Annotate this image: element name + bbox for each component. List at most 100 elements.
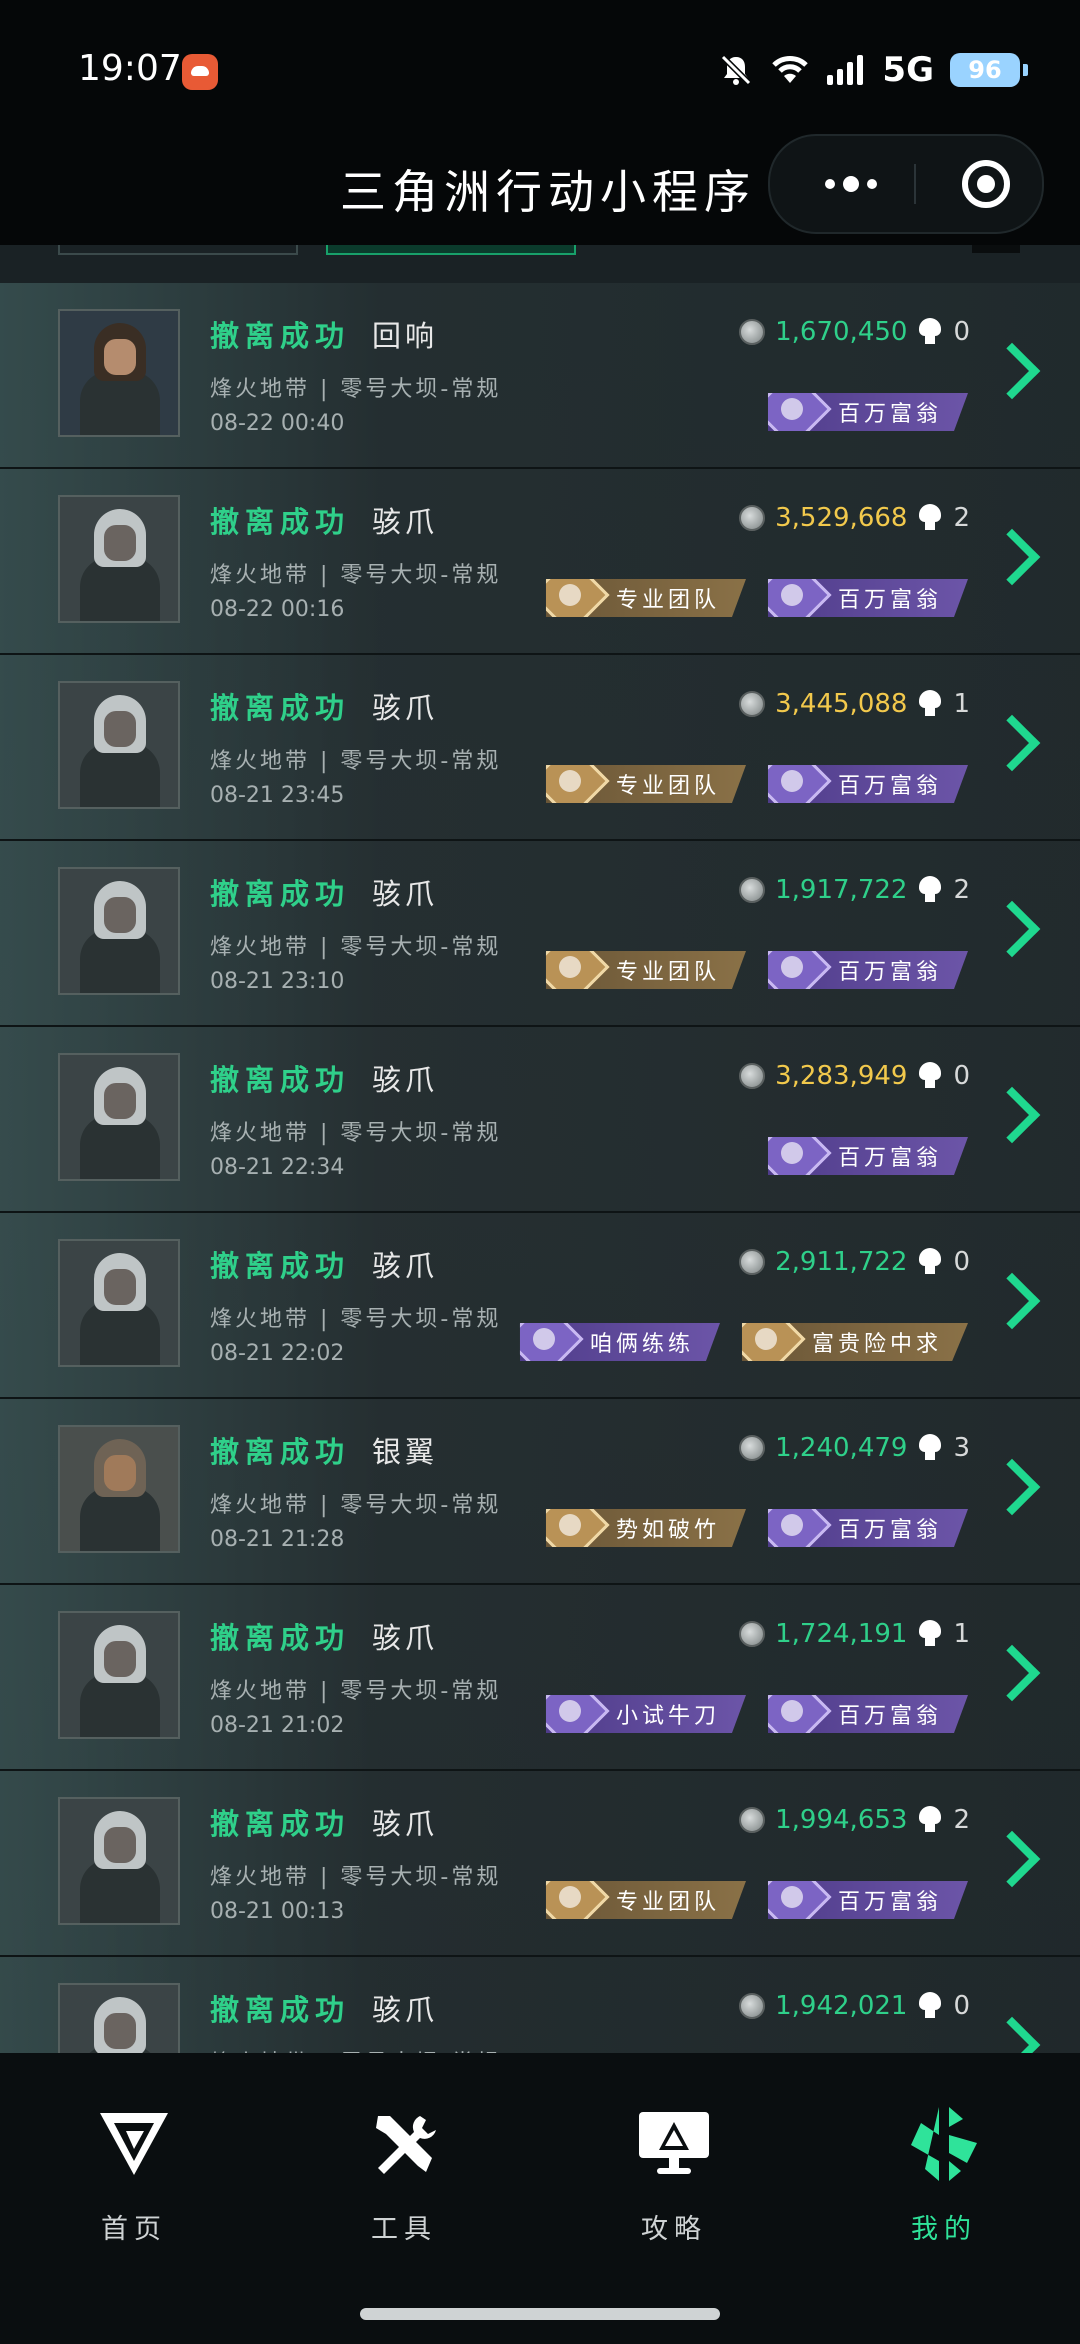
badge-label: 百万富翁 bbox=[837, 774, 942, 799]
achievement-badge: 专业团队 bbox=[545, 951, 746, 989]
achievement-badge: 百万富翁 bbox=[767, 1881, 968, 1919]
loot-value: 1,240,479 bbox=[775, 1433, 908, 1463]
match-datetime: 08-21 00:13 bbox=[210, 1899, 345, 1924]
match-record-row[interactable]: 撤离成功 骇爪 烽火地带 | 零号大坝-常规 08-21 23:10 1,917,722… bbox=[0, 841, 1080, 1027]
match-datetime: 08-21 23:10 bbox=[210, 969, 345, 994]
chevron-right-icon[interactable] bbox=[983, 900, 1041, 958]
filter-tabs-peek bbox=[0, 245, 1080, 283]
wifi-icon bbox=[772, 56, 809, 83]
chevron-right-icon[interactable] bbox=[983, 1644, 1041, 1702]
badge-label: 小试牛刀 bbox=[615, 1704, 720, 1729]
loot-value-group: 1,994,653 2 bbox=[739, 1805, 970, 1835]
nav-profile-label: 我的 bbox=[911, 2214, 977, 2245]
skull-icon bbox=[917, 1806, 943, 1834]
skull-icon bbox=[917, 1992, 943, 2020]
close-miniprogram-icon[interactable] bbox=[962, 160, 1010, 208]
nav-home[interactable]: 首页 bbox=[64, 2099, 204, 2246]
kill-count: 0 bbox=[953, 317, 970, 347]
match-record-row[interactable]: 撤离成功 回响 烽火地带 | 零号大坝-常规 08-22 00:40 1,670,450… bbox=[0, 283, 1080, 469]
match-record-row[interactable]: 撤离成功 骇爪 烽火地带 | 零号大坝-常规 08-22 00:16 3,529,668… bbox=[0, 469, 1080, 655]
match-record-row[interactable]: 撤离成功骇爪烽火地带 | 零号大坝-常规 1,942,021 0 bbox=[0, 1957, 1080, 2053]
skull-icon bbox=[917, 1620, 943, 1648]
match-record-row[interactable]: 撤离成功 骇爪 烽火地带 | 零号大坝-常规 08-21 23:45 3,445,088… bbox=[0, 655, 1080, 841]
match-record-row[interactable]: 撤离成功 骇爪 烽火地带 | 零号大坝-常规 08-21 22:02 2,911,722… bbox=[0, 1213, 1080, 1399]
coin-icon bbox=[739, 1993, 766, 2019]
more-options-icon[interactable] bbox=[812, 166, 890, 202]
loot-value-group: 3,283,949 0 bbox=[739, 1061, 970, 1091]
chevron-right-icon[interactable] bbox=[983, 342, 1041, 400]
map-mode: 烽火地带 | 零号大坝-常规 bbox=[210, 935, 502, 960]
badge-gem-icon bbox=[741, 1323, 806, 1361]
coin-icon bbox=[739, 1249, 766, 1275]
chevron-right-icon[interactable] bbox=[983, 528, 1041, 586]
tab-peek[interactable] bbox=[58, 245, 298, 255]
operator-avatar bbox=[58, 1239, 180, 1367]
nav-home-label: 首页 bbox=[101, 2214, 167, 2245]
match-record-row[interactable]: 撤离成功 骇爪 烽火地带 | 零号大坝-常规 08-21 21:02 1,724,191… bbox=[0, 1585, 1080, 1771]
loot-value: 1,724,191 bbox=[775, 1619, 908, 1649]
kill-count: 1 bbox=[953, 1619, 970, 1649]
match-record-row[interactable]: 撤离成功 骇爪 烽火地带 | 零号大坝-常规 08-21 00:13 1,994,653… bbox=[0, 1771, 1080, 1957]
tab-peek-active[interactable] bbox=[326, 245, 576, 255]
match-record-list[interactable]: 撤离成功 回响 烽火地带 | 零号大坝-常规 08-22 00:40 1,670,450… bbox=[0, 283, 1080, 2053]
guide-monitor-icon bbox=[639, 2112, 709, 2174]
badge-gem-icon bbox=[545, 1881, 610, 1919]
badge-label: 百万富翁 bbox=[837, 588, 942, 613]
achievement-badges: 专业团队 百万富翁 bbox=[545, 1881, 968, 1919]
loot-value-group: 1,724,191 1 bbox=[739, 1619, 970, 1649]
match-record-row[interactable]: 撤离成功 银翼 烽火地带 | 零号大坝-常规 08-21 21:28 1,240,479… bbox=[0, 1399, 1080, 1585]
badge-label: 富贵险中求 bbox=[811, 1332, 942, 1357]
chevron-right-icon[interactable] bbox=[983, 1086, 1041, 1144]
match-datetime: 08-22 00:16 bbox=[210, 597, 345, 622]
chevron-right-icon[interactable] bbox=[983, 714, 1041, 772]
chevron-right-icon[interactable] bbox=[983, 1830, 1041, 1888]
achievement-badges: 专业团队 百万富翁 bbox=[545, 579, 968, 617]
kill-count: 2 bbox=[953, 503, 970, 533]
chevron-right-icon[interactable] bbox=[983, 1272, 1041, 1330]
loot-value-group: 1,670,450 0 bbox=[739, 317, 970, 347]
app-notification-icon bbox=[182, 54, 218, 90]
achievement-badge: 百万富翁 bbox=[767, 393, 968, 431]
achievement-badge: 百万富翁 bbox=[767, 1137, 968, 1175]
loot-value-group: 1,240,479 3 bbox=[739, 1433, 970, 1463]
operator-name: 骇爪 bbox=[372, 1993, 439, 2027]
map-mode: 烽火地带 | 零号大坝-常规 bbox=[210, 1493, 502, 1518]
signal-icon bbox=[827, 55, 864, 85]
badge-gem-icon bbox=[767, 393, 832, 431]
chevron-right-icon[interactable] bbox=[983, 1458, 1041, 1516]
badge-label: 专业团队 bbox=[615, 774, 720, 799]
nav-tools[interactable]: 工具 bbox=[334, 2099, 474, 2246]
home-indicator[interactable] bbox=[360, 2308, 720, 2320]
achievement-badges: 专业团队 百万富翁 bbox=[545, 951, 968, 989]
skull-icon bbox=[917, 1062, 943, 1090]
achievement-badge: 百万富翁 bbox=[767, 579, 968, 617]
achievement-badges: 小试牛刀 百万富翁 bbox=[545, 1695, 968, 1733]
achievement-badge: 百万富翁 bbox=[767, 765, 968, 803]
achievement-badges: 咱俩练练 富贵险中求 bbox=[519, 1323, 968, 1361]
achievement-badge: 势如破竹 bbox=[545, 1509, 746, 1547]
nav-guide[interactable]: 攻略 bbox=[604, 2099, 744, 2246]
tab-peek[interactable] bbox=[972, 245, 1020, 253]
miniprogram-capsule bbox=[768, 134, 1044, 234]
coin-icon bbox=[739, 1807, 766, 1833]
extraction-status: 撤离成功 bbox=[210, 319, 351, 353]
clock: 19:07 bbox=[78, 48, 182, 89]
achievement-badge: 富贵险中求 bbox=[741, 1323, 968, 1361]
badge-gem-icon bbox=[767, 1695, 832, 1733]
map-mode: 烽火地带 | 零号大坝-常规 bbox=[210, 1865, 502, 1890]
badge-gem-icon bbox=[545, 765, 610, 803]
chevron-right-icon[interactable] bbox=[983, 2016, 1041, 2053]
nav-profile[interactable]: 我的 bbox=[874, 2099, 1014, 2246]
operator-name: 回响 bbox=[372, 319, 439, 353]
loot-value-group: 3,529,668 2 bbox=[739, 503, 970, 533]
operator-name: 银翼 bbox=[372, 1435, 439, 1469]
operator-avatar bbox=[58, 1611, 180, 1739]
loot-value-group: 3,445,088 1 bbox=[739, 689, 970, 719]
achievement-badge: 咱俩练练 bbox=[519, 1323, 720, 1361]
match-record-row[interactable]: 撤离成功 骇爪 烽火地带 | 零号大坝-常规 08-21 22:34 3,283,949… bbox=[0, 1027, 1080, 1213]
loot-value: 2,911,722 bbox=[775, 1247, 908, 1277]
operator-avatar bbox=[58, 1425, 180, 1553]
extraction-status: 撤离成功 bbox=[210, 877, 351, 911]
kill-count: 3 bbox=[953, 1433, 970, 1463]
match-datetime: 08-21 23:45 bbox=[210, 783, 345, 808]
